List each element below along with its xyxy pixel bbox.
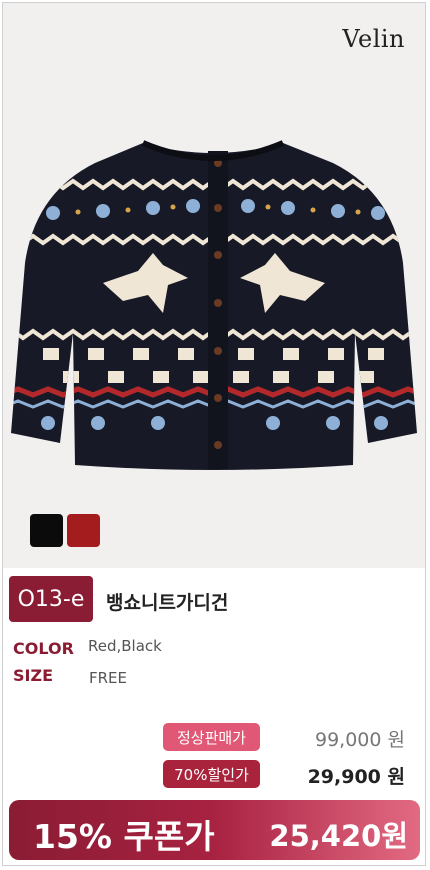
product-name[interactable]: 뱅쇼니트가디건 [106, 588, 228, 615]
brand-logo: Velin [342, 25, 405, 53]
coupon-price-bar[interactable]: 15% 쿠폰가 25,420원 [9, 800, 420, 860]
color-swatch-black[interactable] [30, 514, 63, 547]
coupon-label: 15% 쿠폰가 [33, 817, 215, 856]
color-value: Red,Black [88, 637, 162, 655]
regular-price-label: 정상판매가 [163, 723, 260, 751]
size-label: SIZE [13, 666, 54, 685]
color-swatch-red[interactable] [67, 514, 100, 547]
cardigan-image [11, 140, 417, 470]
discount-price: 29,900 원 [307, 766, 405, 788]
color-label: COLOR [13, 639, 74, 658]
discount-price-label: 70%할인가 [163, 760, 260, 788]
size-value: FREE [89, 669, 128, 687]
regular-price: 99,000 원 [314, 729, 405, 751]
product-photo[interactable]: Velin [3, 3, 425, 568]
product-card[interactable]: Velin O13-e 뱅쇼니트가디건 COLOR Red,Black SIZE… [2, 2, 426, 866]
coupon-price: 25,420원 [269, 819, 408, 853]
product-code-badge: O13-e [9, 576, 93, 622]
